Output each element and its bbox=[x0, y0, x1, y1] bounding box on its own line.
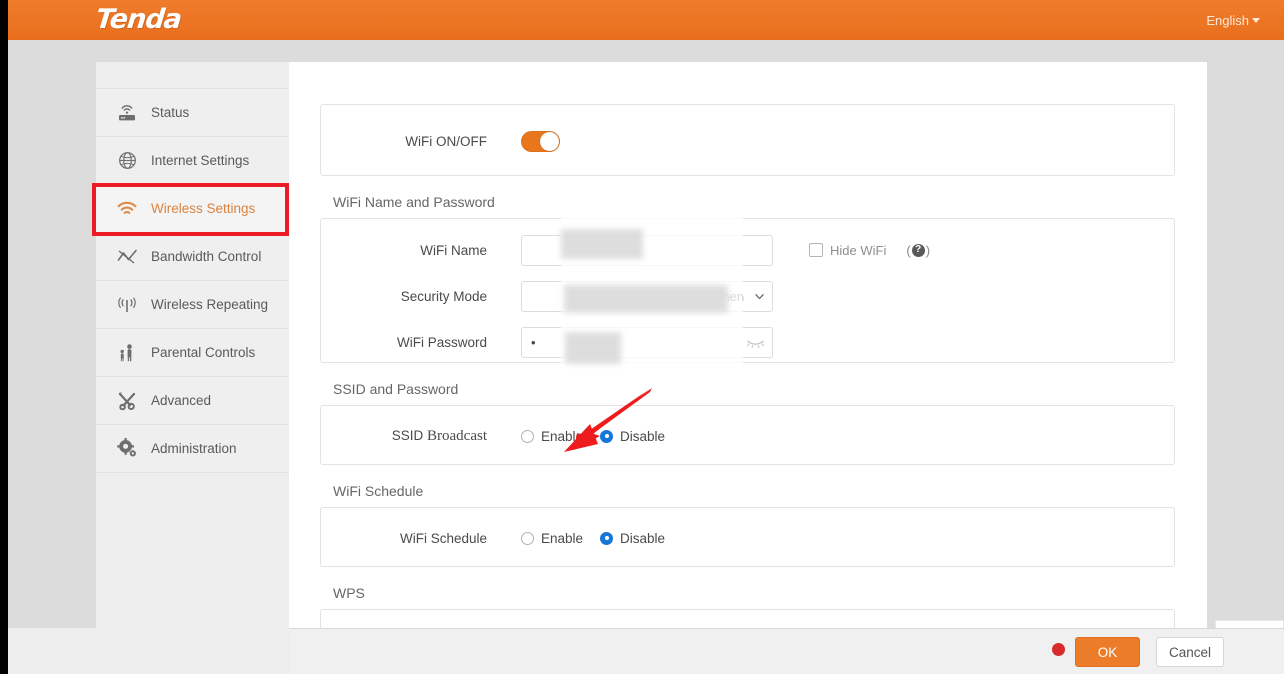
sidebar-item-label: Internet Settings bbox=[151, 153, 250, 168]
browser-page: Tenda English Status Internet Settings W… bbox=[8, 0, 1284, 674]
wifi-onoff-toggle[interactable] bbox=[521, 130, 560, 152]
ok-button[interactable]: OK bbox=[1075, 637, 1140, 667]
section-title-wps: WPS bbox=[333, 585, 365, 601]
body-area: Status Internet Settings Wireless Settin… bbox=[8, 40, 1284, 674]
radio-enable-label: Enable bbox=[541, 530, 584, 546]
sidebar-item-bandwidth-control[interactable]: Bandwidth Control bbox=[96, 233, 289, 281]
ssid-broadcast-row: SSID Broadcast Enable Disable bbox=[321, 406, 1174, 466]
screenshot-root: Tenda English Status Internet Settings W… bbox=[0, 0, 1284, 674]
hide-wifi-control[interactable]: Hide WiFi bbox=[809, 243, 886, 258]
help-close-paren: ) bbox=[925, 242, 931, 258]
sidebar-item-label: Bandwidth Control bbox=[151, 249, 262, 264]
wifi-schedule-radios: Enable Disable bbox=[521, 531, 665, 546]
hide-wifi-help[interactable]: ( ? ) bbox=[906, 243, 930, 258]
sidebar-item-advanced[interactable]: Advanced bbox=[96, 377, 289, 425]
sidebar: Status Internet Settings Wireless Settin… bbox=[96, 62, 290, 674]
wifi-schedule-label: WiFi Schedule bbox=[399, 530, 487, 546]
sidebar-item-administration[interactable]: Administration bbox=[96, 425, 289, 473]
security-mode-select[interactable]: mmen bbox=[521, 280, 773, 312]
question-mark-icon: ? bbox=[911, 243, 925, 257]
sidebar-item-label: Parental Controls bbox=[151, 345, 256, 360]
radio-disable-label: Disable bbox=[620, 530, 666, 546]
wifi-onoff-row: WiFi ON/OFF bbox=[321, 105, 1174, 177]
radio-enable[interactable] bbox=[521, 531, 534, 545]
radio-enable[interactable] bbox=[521, 429, 534, 443]
sidebar-item-wireless-repeating[interactable]: Wireless Repeating bbox=[96, 281, 289, 329]
sidebar-item-label: Administration bbox=[151, 441, 237, 456]
wifi-password-label: WiFi Password bbox=[396, 334, 487, 350]
ssid-broadcast-label-plain: SSID bbox=[391, 427, 428, 443]
globe-icon bbox=[114, 149, 140, 173]
radio-disable-label: Disable bbox=[620, 428, 666, 444]
chart-line-icon bbox=[114, 245, 140, 269]
footer-button-bar: OK Cancel bbox=[289, 628, 1284, 674]
section-title-ssid-password: SSID and Password bbox=[333, 381, 459, 397]
cancel-button[interactable]: Cancel bbox=[1156, 637, 1224, 667]
wifi-schedule-row: WiFi Schedule Enable Disable bbox=[321, 508, 1174, 568]
wifi-icon bbox=[114, 197, 140, 221]
sidebar-item-label: Status bbox=[151, 105, 190, 120]
sidebar-item-wireless-settings[interactable]: Wireless Settings bbox=[96, 185, 289, 233]
hide-wifi-label: Hide WiFi bbox=[830, 242, 887, 258]
radio-disable[interactable] bbox=[600, 429, 614, 443]
security-mode-label: Security Mode bbox=[400, 288, 487, 304]
hide-wifi-checkbox[interactable] bbox=[809, 243, 823, 257]
radio-enable-label: Enable bbox=[541, 428, 584, 444]
sidebar-item-internet-settings[interactable]: Internet Settings bbox=[96, 137, 289, 185]
wifi-onoff-label: WiFi ON/OFF bbox=[405, 133, 487, 149]
ssid-broadcast-label: SSID Broadcast bbox=[321, 428, 521, 445]
language-label: English bbox=[1206, 13, 1249, 28]
security-mode-select-wrap[interactable]: mmen bbox=[521, 280, 773, 312]
sidebar-item-label: Wireless Settings bbox=[151, 201, 256, 216]
sidebar-item-label: Advanced bbox=[151, 393, 212, 408]
ssid-broadcast-disable-option[interactable]: Disable bbox=[600, 429, 665, 444]
wifi-password-wrap bbox=[521, 326, 773, 358]
ssid-broadcast-label-serif: Broadcast bbox=[427, 427, 487, 444]
sidebar-item-status[interactable]: Status bbox=[96, 89, 289, 137]
chevron-down-icon bbox=[1252, 18, 1260, 23]
wifi-schedule-card: WiFi Schedule Enable Disable bbox=[320, 507, 1175, 567]
toggle-knob bbox=[540, 131, 559, 151]
app-header: Tenda English bbox=[8, 0, 1284, 40]
sidebar-top-spacer bbox=[96, 62, 289, 89]
wifi-name-label: WiFi Name bbox=[420, 242, 487, 258]
radio-disable[interactable] bbox=[600, 531, 614, 545]
wifi-onoff-card: WiFi ON/OFF bbox=[320, 104, 1175, 176]
wifi-schedule-disable-option[interactable]: Disable bbox=[600, 531, 665, 546]
ssid-broadcast-enable-option[interactable]: Enable bbox=[521, 429, 583, 444]
footer-left-fill bbox=[8, 628, 289, 674]
parent-child-icon bbox=[114, 341, 140, 365]
wifi-password-row: WiFi Password bbox=[321, 319, 1174, 365]
gear-icon bbox=[114, 437, 140, 461]
wifi-name-row: WiFi Name Hide WiFi ( ? ) bbox=[321, 227, 1174, 273]
wifi-name-input[interactable] bbox=[521, 234, 773, 266]
help-open-paren: ( bbox=[906, 242, 911, 258]
language-selector[interactable]: English bbox=[1206, 13, 1260, 28]
main-panel: WiFi ON/OFF WiFi Name and Password WiFi … bbox=[289, 62, 1207, 674]
section-title-wifi-name-password: WiFi Name and Password bbox=[333, 194, 495, 210]
ssid-broadcast-radios: Enable Disable bbox=[521, 429, 665, 444]
wifi-name-password-card: WiFi Name Hide WiFi ( ? ) Security Mode … bbox=[320, 218, 1175, 363]
settings-content: WiFi ON/OFF WiFi Name and Password WiFi … bbox=[320, 104, 1175, 669]
antenna-icon bbox=[114, 293, 140, 317]
ssid-broadcast-card: SSID Broadcast Enable Disable bbox=[320, 405, 1175, 465]
section-title-wifi-schedule: WiFi Schedule bbox=[333, 483, 424, 499]
sidebar-item-label: Wireless Repeating bbox=[151, 297, 269, 312]
sidebar-item-parental-controls[interactable]: Parental Controls bbox=[96, 329, 289, 377]
tools-icon bbox=[114, 389, 140, 413]
wifi-password-input[interactable] bbox=[521, 326, 773, 358]
security-mode-row: Security Mode mmen bbox=[321, 273, 1174, 319]
router-icon bbox=[114, 101, 140, 125]
wifi-schedule-enable-option[interactable]: Enable bbox=[521, 531, 583, 546]
right-gutter bbox=[1207, 62, 1284, 620]
tenda-logo: Tenda bbox=[94, 4, 183, 35]
